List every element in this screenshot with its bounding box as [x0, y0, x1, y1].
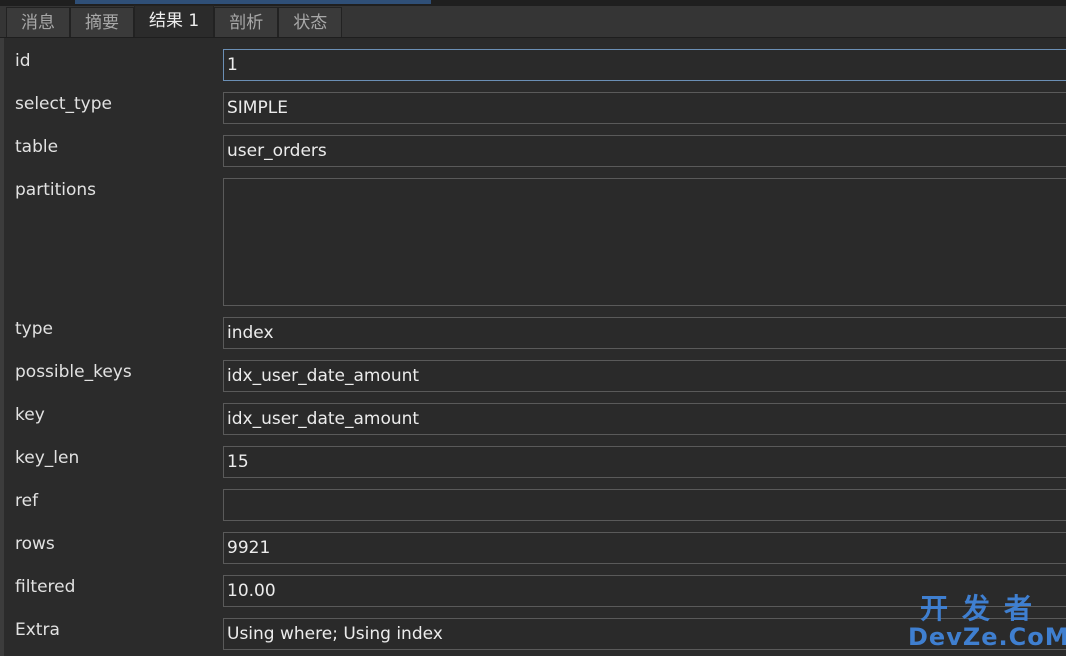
field-label: type [15, 319, 53, 339]
tab-summary[interactable]: 摘要 [70, 7, 134, 37]
field-value-select-type[interactable]: SIMPLE [223, 92, 1066, 124]
tab-status[interactable]: 状态 [278, 7, 343, 37]
field-label: Extra [15, 620, 60, 640]
tab-profile[interactable]: 剖析 [214, 7, 279, 37]
field-value-partitions[interactable] [223, 178, 1066, 306]
tab-result-1[interactable]: 结果 1 [134, 5, 215, 37]
field-label: select_type [15, 94, 112, 114]
field-value-ref[interactable] [223, 489, 1066, 521]
field-value-type[interactable]: index [223, 317, 1066, 349]
field-label: table [15, 137, 59, 157]
field-value-key-len[interactable]: 15 [223, 446, 1066, 478]
field-label: rows [15, 534, 55, 554]
field-label: filtered [15, 577, 76, 597]
field-value-id[interactable]: 1 [223, 49, 1066, 81]
field-value-table[interactable]: user_orders [223, 135, 1066, 167]
form-view: id 1 select_type SIMPLE table user_order… [0, 38, 1066, 656]
field-label: id [15, 51, 31, 71]
field-label: key_len [15, 448, 80, 468]
field-label: partitions [15, 180, 97, 200]
field-value-filtered[interactable]: 10.00 [223, 575, 1066, 607]
editor-selection-highlight [75, 0, 431, 4]
field-value-extra[interactable]: Using where; Using index [223, 618, 1066, 650]
field-value-rows[interactable]: 9921 [223, 532, 1066, 564]
field-label: possible_keys [15, 362, 132, 382]
field-value-possible-keys[interactable]: idx_user_date_amount [223, 360, 1066, 392]
field-label: key [15, 405, 45, 425]
tab-messages[interactable]: 消息 [6, 7, 70, 37]
field-label: ref [15, 491, 39, 511]
result-tab-bar: 消息 摘要 结果 1 剖析 状态 [0, 5, 1066, 38]
field-value-key[interactable]: idx_user_date_amount [223, 403, 1066, 435]
